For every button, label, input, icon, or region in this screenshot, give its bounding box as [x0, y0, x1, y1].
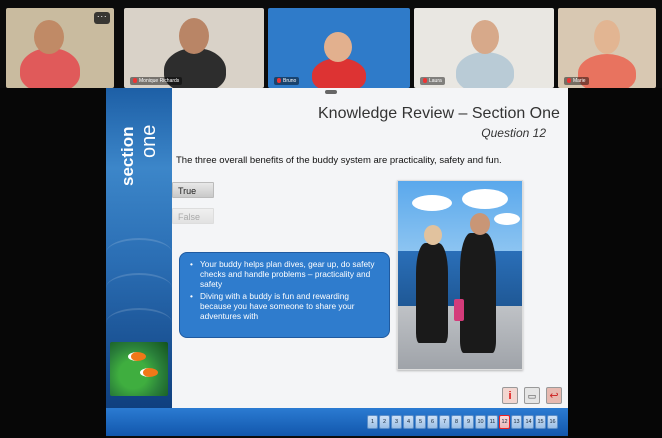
participant-body: [20, 48, 80, 88]
more-options-button[interactable]: ···: [94, 12, 110, 24]
cloud-shape: [412, 195, 452, 211]
page-button[interactable]: 12: [499, 415, 510, 429]
page-button[interactable]: 7: [439, 415, 450, 429]
mic-muted-icon: [277, 78, 281, 84]
slide-title: Knowledge Review – Section One: [318, 105, 560, 122]
page-button[interactable]: 2: [379, 415, 390, 429]
background-right: [568, 88, 662, 438]
page-button[interactable]: 5: [415, 415, 426, 429]
participant-name: Laura: [420, 77, 445, 85]
feedback-point: Your buddy helps plan dives, gear up, do…: [188, 259, 381, 289]
page-button[interactable]: 3: [391, 415, 402, 429]
question-number: Question 12: [481, 126, 546, 140]
cloud-shape: [462, 189, 508, 209]
participant-head: [471, 20, 499, 54]
participant-tile-1[interactable]: ···: [6, 8, 114, 88]
mic-muted-icon: [423, 78, 427, 84]
page-button[interactable]: 9: [463, 415, 474, 429]
page-button[interactable]: 4: [403, 415, 414, 429]
diver-head: [424, 225, 442, 245]
info-button[interactable]: i: [502, 387, 518, 404]
answer-false-button[interactable]: False: [172, 208, 214, 224]
diver-figure: [460, 233, 496, 353]
page-button[interactable]: 11: [487, 415, 498, 429]
exit-icon[interactable]: ↩: [546, 387, 562, 404]
participant-tile-3[interactable]: Bruno: [268, 8, 410, 88]
page-button[interactable]: 1: [367, 415, 378, 429]
page-button[interactable]: 10: [475, 415, 486, 429]
section-number-word: one: [138, 124, 160, 158]
participant-name: Monique Richards: [130, 77, 183, 85]
participant-tile-4[interactable]: Laura: [414, 8, 554, 88]
page-button[interactable]: 15: [535, 415, 546, 429]
video-button[interactable]: ▭: [524, 387, 540, 404]
fish-icon: [140, 368, 158, 377]
drag-handle[interactable]: [325, 90, 337, 94]
page-button[interactable]: 13: [511, 415, 522, 429]
question-text: The three overall benefits of the buddy …: [176, 155, 502, 166]
participant-head: [179, 18, 209, 54]
wave-decoration: [106, 273, 172, 303]
diver-head: [470, 213, 490, 235]
participant-head: [324, 32, 352, 62]
page-button[interactable]: 16: [547, 415, 558, 429]
page-button[interactable]: 8: [451, 415, 462, 429]
participant-body: [312, 58, 366, 88]
diver-figure: [416, 243, 448, 343]
page-button[interactable]: 6: [427, 415, 438, 429]
page-navigation-bar: 1 2 3 4 5 6 7 8 9 10 11 12 13 14 15 16: [106, 408, 568, 436]
feedback-box: Your buddy helps plan dives, gear up, do…: [179, 252, 390, 338]
section-word: section: [118, 126, 137, 186]
clownfish-image: [110, 342, 168, 396]
dive-gear: [454, 299, 464, 321]
participant-head: [594, 20, 620, 54]
feedback-point: Diving with a buddy is fun and rewarding…: [188, 291, 381, 321]
cloud-shape: [494, 213, 520, 225]
participant-name: Marie: [564, 77, 589, 85]
participant-strip: ··· Monique Richards Bruno Laura Marie: [6, 8, 656, 88]
participant-head: [34, 20, 64, 54]
section-sidebar: section one: [106, 88, 172, 408]
participant-name: Bruno: [274, 77, 300, 85]
mic-muted-icon: [567, 78, 571, 84]
wave-decoration: [106, 308, 172, 338]
participant-body: [456, 52, 514, 88]
shared-screen-slide: section one Knowledge Review – Section O…: [106, 88, 568, 436]
page-button[interactable]: 14: [523, 415, 534, 429]
video-call-window: ··· Monique Richards Bruno Laura Marie s…: [0, 0, 662, 438]
section-label: section one: [116, 100, 164, 190]
participant-tile-2[interactable]: Monique Richards: [124, 8, 264, 88]
page-buttons: 1 2 3 4 5 6 7 8 9 10 11 12 13 14 15 16: [367, 415, 558, 429]
divers-photo: [397, 180, 523, 370]
mic-muted-icon: [133, 78, 137, 84]
background-left: [0, 88, 106, 438]
fish-icon: [128, 352, 146, 361]
wave-decoration: [106, 238, 172, 268]
participant-tile-5[interactable]: Marie: [558, 8, 656, 88]
answer-true-button[interactable]: True: [172, 182, 214, 198]
